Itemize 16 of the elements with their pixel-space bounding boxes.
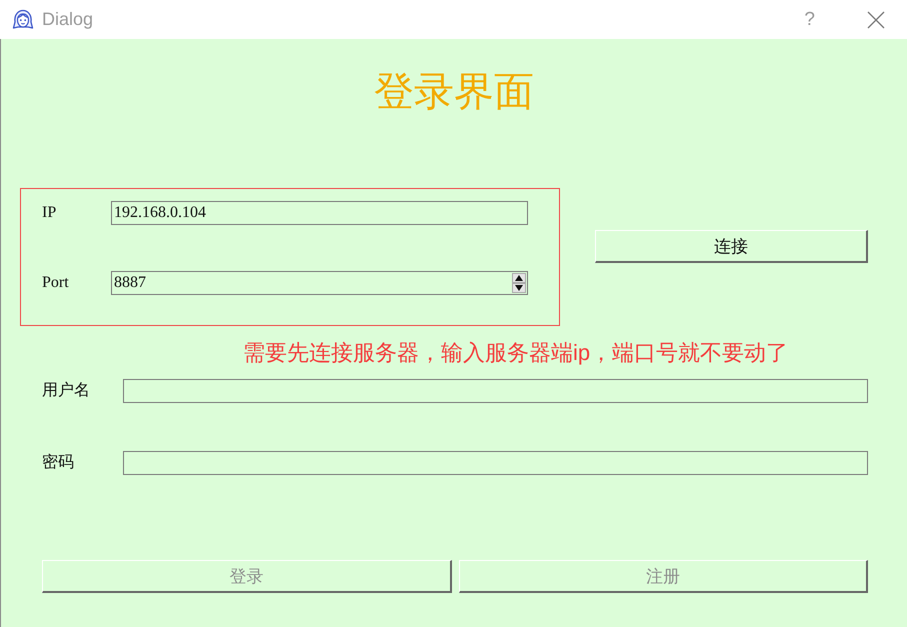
field-label: 密码 xyxy=(42,454,74,471)
spin-up-icon[interactable] xyxy=(512,273,526,283)
field-label: Port xyxy=(42,274,69,291)
page-heading: 登录界面 xyxy=(374,68,534,116)
close-button[interactable] xyxy=(867,10,885,28)
annotation-text: 需要先连接服务器，输入服务器端ip，端口号就不要动了 xyxy=(243,340,788,366)
field-label: 用户名 xyxy=(42,382,90,399)
input-field[interactable]: 192.168.0.104 xyxy=(111,201,528,225)
input-field[interactable] xyxy=(123,379,868,403)
input-field[interactable] xyxy=(123,451,868,475)
cartoon-face-icon xyxy=(11,8,35,32)
spin-down-icon[interactable] xyxy=(512,283,526,293)
connect-button[interactable]: 连接 xyxy=(595,230,868,263)
spin-box-field[interactable]: 8887 xyxy=(111,271,528,295)
field-label: IP xyxy=(42,204,56,221)
window-title: Dialog xyxy=(42,9,94,30)
